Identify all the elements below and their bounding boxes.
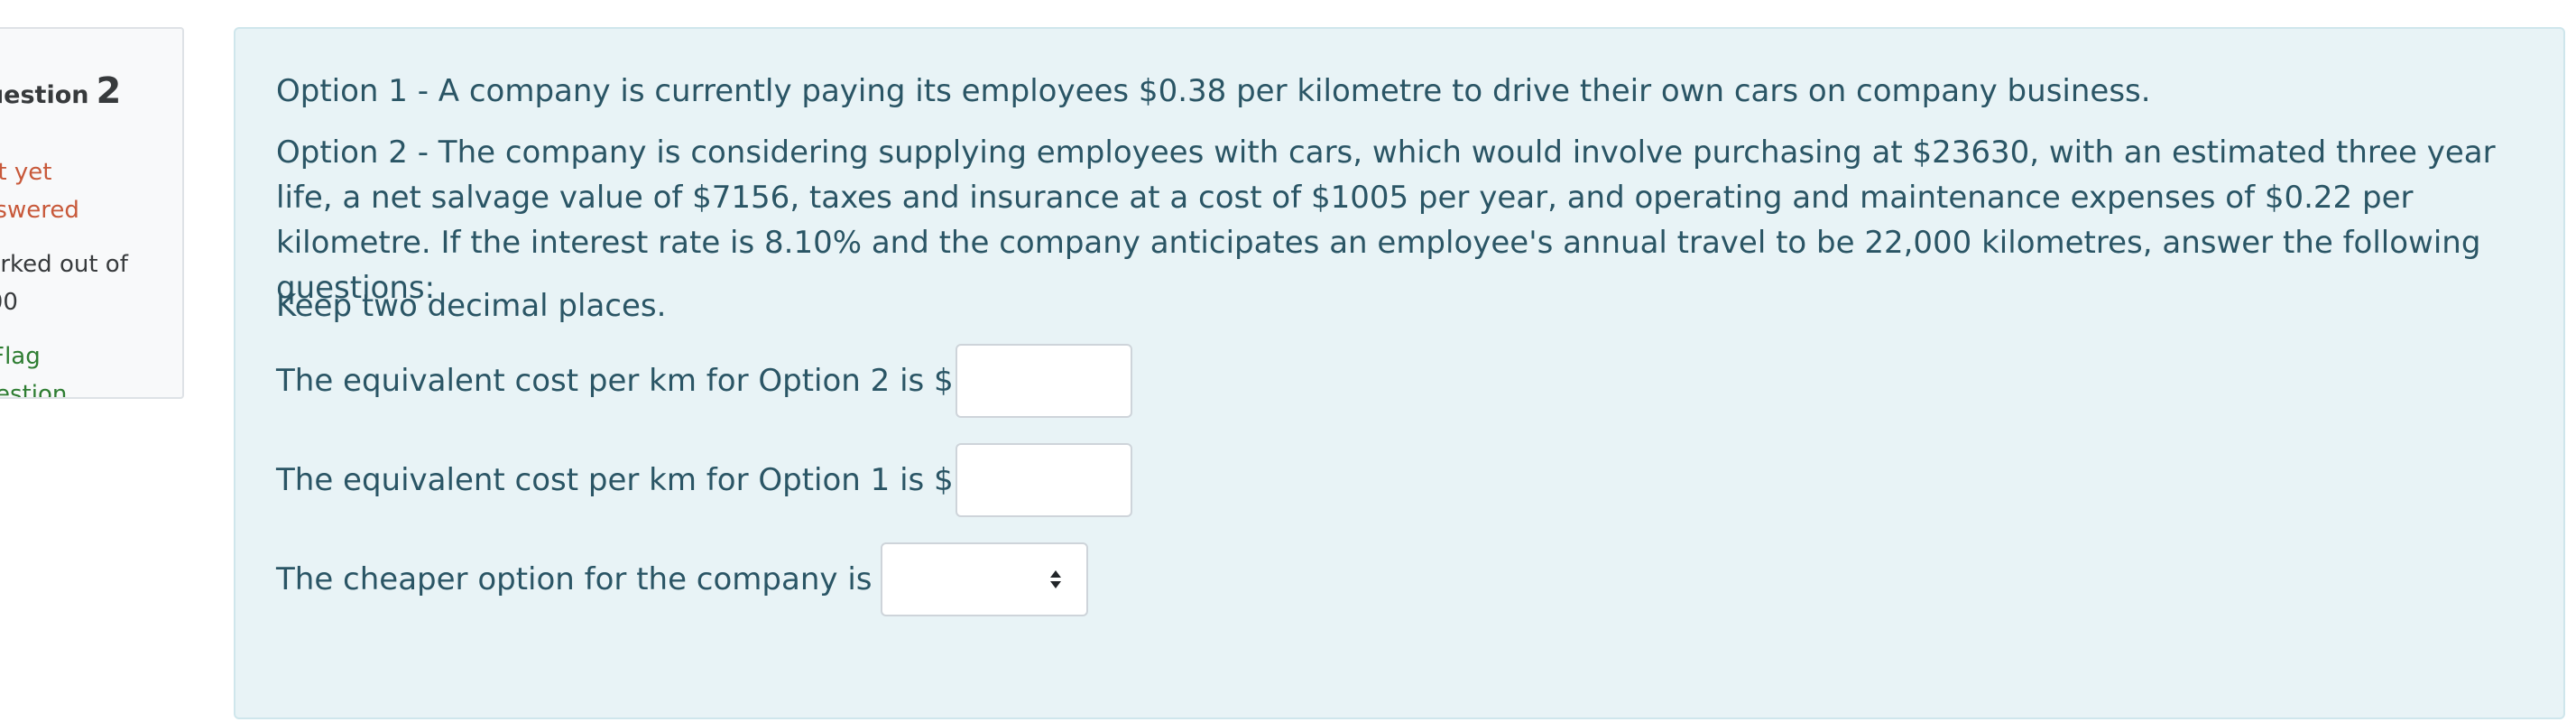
flag-question-label: Flag question <box>0 343 68 399</box>
cheaper-option-select[interactable] <box>881 542 1089 616</box>
instruction-text: Keep two decimal places. <box>276 288 667 324</box>
answer-input-option2[interactable] <box>955 344 1132 418</box>
answer-input-option1[interactable] <box>955 443 1132 517</box>
option1-text: Option 1 - A company is currently paying… <box>276 73 2151 109</box>
question-grade: Marked out of 1.00 <box>0 251 128 316</box>
question-content-panel: Option 1 - A company is currently paying… <box>234 27 2565 719</box>
answer-row-cheaper: The cheaper option for the company is <box>276 542 1089 617</box>
cheaper-option-label: The cheaper option for the company is <box>276 561 873 597</box>
answer-label-option2: The equivalent cost per km for Option 2 … <box>276 363 954 399</box>
flag-question-link[interactable]: ✔Flag question <box>0 338 146 399</box>
answer-label-option1: The equivalent cost per km for Option 1 … <box>276 462 954 498</box>
question-info-panel: Question2 Not yet answered Marked out of… <box>0 27 184 399</box>
question-title: Question2 <box>0 70 121 112</box>
question-state: Not yet answered <box>0 159 79 224</box>
question-title-prefix: Question <box>0 81 89 109</box>
question-number: 2 <box>96 70 122 112</box>
answer-row-option1: The equivalent cost per km for Option 1 … <box>276 442 1132 518</box>
answer-row-option2: The equivalent cost per km for Option 2 … <box>276 343 1132 419</box>
updown-arrows-icon <box>1050 570 1062 588</box>
